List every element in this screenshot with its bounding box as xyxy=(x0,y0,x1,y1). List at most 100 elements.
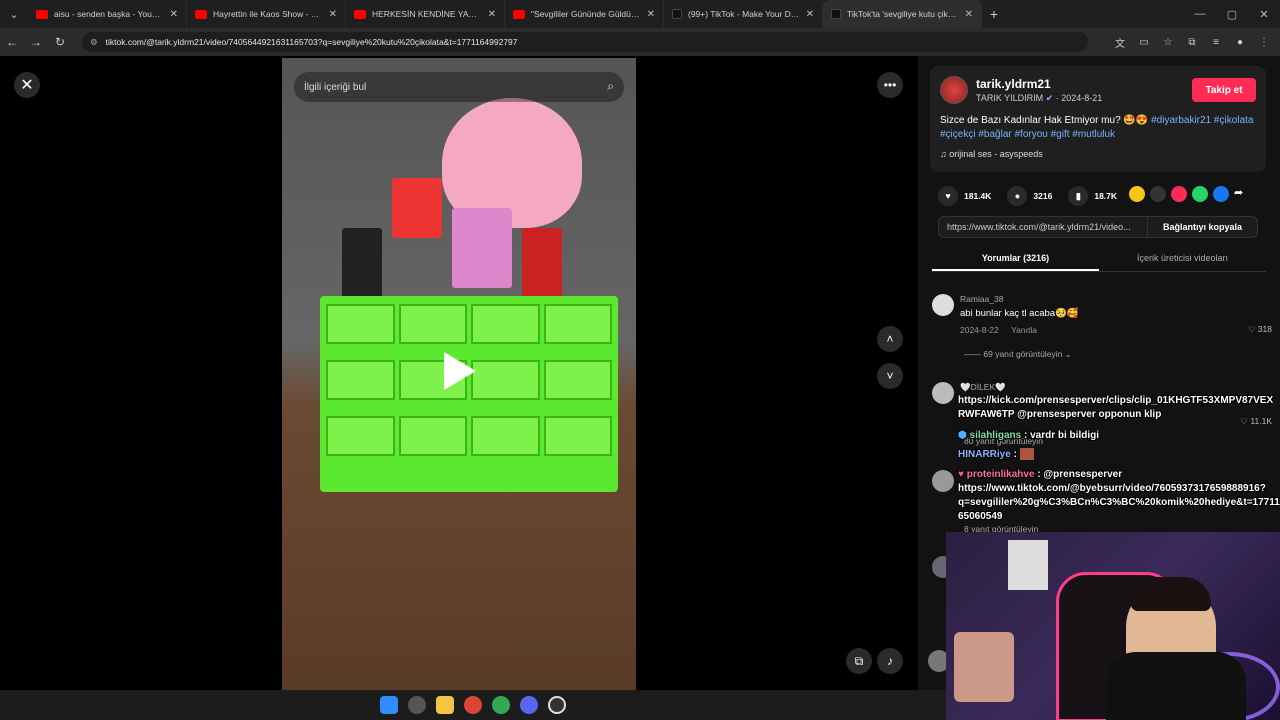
avatar[interactable] xyxy=(932,382,954,404)
close-tab-icon[interactable]: ✕ xyxy=(488,9,496,20)
maximize-icon[interactable]: ▢ xyxy=(1216,8,1248,21)
video-search-input[interactable]: İlgili içeriği bul ⌕ xyxy=(294,72,624,102)
verified-icon: ✔ xyxy=(1045,93,1056,103)
chat-text: RWFAW6TP @prensesperver opponun klip xyxy=(958,409,1162,420)
reload-icon[interactable]: ↻ xyxy=(48,35,72,49)
close-tab-icon[interactable]: ✕ xyxy=(170,9,178,20)
next-video-icon[interactable]: ˅ xyxy=(877,363,903,389)
comment-like[interactable]: ♡ 318 xyxy=(1248,324,1272,335)
embed-icon[interactable] xyxy=(1150,186,1166,202)
close-window-icon[interactable]: ✕ xyxy=(1248,8,1280,21)
candy-image xyxy=(392,178,442,238)
comment-date: 2024-8-22 xyxy=(960,325,999,335)
tab-search-icon[interactable]: ⌄ xyxy=(0,0,28,28)
tab-comments[interactable]: Yorumlar (3216) xyxy=(932,248,1099,271)
address-bar: ← → ↻ ⚙ tiktok.com/@tarik.yldrm21/video/… xyxy=(0,28,1280,56)
chat-text: 65060549 xyxy=(958,511,1003,522)
reply-button[interactable]: Yanıtla xyxy=(1011,325,1037,335)
gift-basket-image xyxy=(320,296,618,492)
obs-icon[interactable] xyxy=(548,696,566,714)
close-tab-icon[interactable]: ✕ xyxy=(329,9,337,20)
send-icon[interactable] xyxy=(1171,186,1187,202)
url-field[interactable]: ⚙ tiktok.com/@tarik.yldrm21/video/740564… xyxy=(82,32,1088,52)
previous-video-icon[interactable]: ˄ xyxy=(877,326,903,352)
tab-title: (99+) TikTok - Make Your Day xyxy=(688,9,800,19)
tab-creator-videos[interactable]: İçerik üreticisi videoları xyxy=(1099,248,1266,271)
chat-text: q=sevgililer%20g%C3%BCn%C3%BC%20komik%20… xyxy=(958,497,1280,508)
youtube-icon xyxy=(513,9,525,19)
close-tab-icon[interactable]: ✕ xyxy=(806,9,814,20)
comment-username[interactable]: 🤍DİLEK🤍 xyxy=(960,382,1006,393)
translate-icon[interactable]: 文 xyxy=(1110,32,1130,52)
close-tab-icon[interactable]: ✕ xyxy=(647,9,655,20)
candy-image xyxy=(522,228,562,298)
share-icon[interactable]: ➦ xyxy=(1234,186,1250,202)
music-line[interactable]: ♫ orijinal ses - asyspeeds xyxy=(940,149,1043,159)
like-icon[interactable]: ♥ xyxy=(938,186,958,206)
reading-list-icon[interactable]: ≡ xyxy=(1206,32,1226,52)
tab-title: TikTok'ta 'sevgiliye kutu çikolat xyxy=(847,9,959,19)
music-icon: ♫ xyxy=(940,149,950,159)
more-options-icon[interactable]: ••• xyxy=(877,72,903,98)
stream-chat-message: https://kick.com/prensesperver/clips/cli… xyxy=(958,394,1273,422)
browser-tab[interactable]: HERKESİN KENDİNE YAKIŞANI ✕ xyxy=(346,0,505,28)
close-icon[interactable]: ✕ xyxy=(14,72,40,98)
repost-icon[interactable] xyxy=(1129,186,1145,202)
chrome-profile-icon[interactable] xyxy=(492,696,510,714)
copy-link-button[interactable]: Bağlantıyı kopyala xyxy=(1147,217,1257,237)
video-link[interactable]: https://www.tiktok.com/@tarik.yldrm21/vi… xyxy=(939,222,1147,232)
taskbar xyxy=(0,690,946,720)
youtube-icon xyxy=(36,9,48,19)
search-icon[interactable]: ⌕ xyxy=(607,79,614,94)
play-icon[interactable] xyxy=(434,348,480,394)
forward-icon[interactable]: → xyxy=(24,35,48,49)
view-replies-label: 69 yanıt görüntüleyin xyxy=(983,349,1063,359)
comment-username[interactable]: Ramiaa_38 xyxy=(960,294,1003,304)
avatar[interactable] xyxy=(940,76,968,104)
tab-bar: ⌄ aisu - senden başka - YouTube ✕ Hayrett… xyxy=(0,0,1280,28)
comments-count: 3216 xyxy=(1033,191,1053,201)
menu-icon[interactable]: ⋮ xyxy=(1254,32,1274,52)
view-replies-button[interactable]: —— 69 yanıt görüntüleyin ⌄ xyxy=(964,349,1072,360)
caption-text: Sizce de Bazı Kadınlar Hak Etmiyor mu? 🤩… xyxy=(940,115,1152,126)
follow-button[interactable]: Takip et xyxy=(1192,78,1256,102)
chat-badge-icon: ♥ xyxy=(958,469,967,480)
youtube-icon xyxy=(195,9,207,19)
comment-item: Ramiaa_38 abi bunlar kaç tl acaba🥺🥰 2024… xyxy=(932,294,1272,354)
search-icon[interactable] xyxy=(408,696,426,714)
profile-icon[interactable]: ● xyxy=(1230,32,1250,52)
avatar[interactable] xyxy=(932,294,954,316)
browser-tab[interactable]: "Sevgililer Gününde Güldüren ✕ xyxy=(505,0,664,28)
file-explorer-icon[interactable] xyxy=(436,696,454,714)
browser-tab-active[interactable]: TikTok'ta 'sevgiliye kutu çikolat ✕ xyxy=(823,0,982,28)
video-search-placeholder: İlgili içeriği bul xyxy=(304,81,367,93)
site-info-icon[interactable]: ⚙ xyxy=(90,37,98,48)
facebook-icon[interactable] xyxy=(1213,186,1229,202)
discord-icon[interactable] xyxy=(520,696,538,714)
avatar[interactable] xyxy=(932,470,954,492)
post-username[interactable]: tarik.yldrm21 xyxy=(976,77,1051,91)
plush-toy-image xyxy=(954,632,1014,702)
whatsapp-icon[interactable] xyxy=(1192,186,1208,202)
bookmark-star-icon[interactable]: ☆ xyxy=(1158,32,1178,52)
video-player[interactable]: İlgili içeriği bul ⌕ xyxy=(282,58,636,690)
extensions-icon[interactable]: ⧉ xyxy=(1182,32,1202,52)
cast-icon[interactable]: ▭ xyxy=(1134,32,1154,52)
back-icon[interactable]: ← xyxy=(0,35,24,49)
browser-tab[interactable]: Hayrettin ile Kaos Show - 2.Sez ✕ xyxy=(187,0,346,28)
browser-tab[interactable]: aisu - senden başka - YouTube ✕ xyxy=(28,0,187,28)
chat-username: silahligans xyxy=(969,430,1022,441)
volume-icon[interactable]: ♪ xyxy=(877,648,903,674)
post-info-card: tarik.yldrm21 TARIK YILDIRIM ✔ · 2024-8-… xyxy=(930,66,1266,172)
chrome-icon[interactable] xyxy=(464,696,482,714)
comment-icon[interactable]: ● xyxy=(1007,186,1028,206)
minimize-icon[interactable]: — xyxy=(1184,8,1216,20)
new-tab-icon[interactable]: + xyxy=(982,6,1006,22)
close-tab-icon[interactable]: ✕ xyxy=(965,9,973,20)
likes-count: 181.4K xyxy=(964,191,992,201)
bookmark-icon[interactable]: ▮ xyxy=(1068,186,1089,206)
browser-tab[interactable]: (99+) TikTok - Make Your Day ✕ xyxy=(664,0,823,28)
share-buttons: ➦ xyxy=(1129,186,1250,202)
start-icon[interactable] xyxy=(380,696,398,714)
floating-player-icon[interactable]: ⧉ xyxy=(846,648,872,674)
